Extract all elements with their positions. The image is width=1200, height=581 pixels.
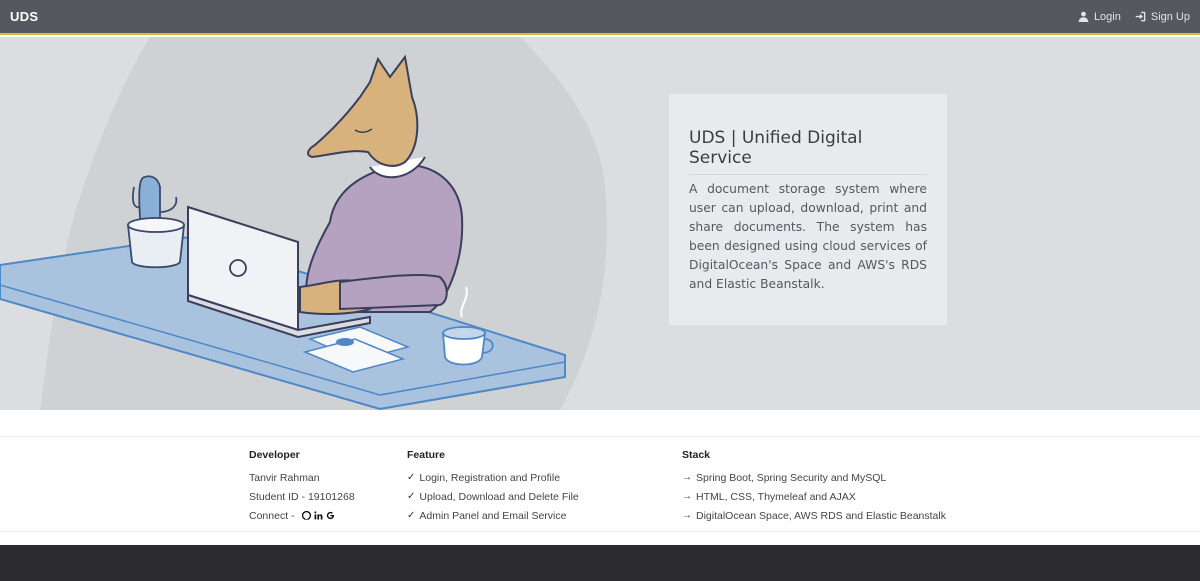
github-icon[interactable] xyxy=(301,511,311,520)
bottom-bar xyxy=(0,545,1200,581)
stack-text: Spring Boot, Spring Security and MySQL xyxy=(696,471,887,484)
feature-item: ✓ Admin Panel and Email Service xyxy=(407,506,579,525)
feature-text: Login, Registration and Profile xyxy=(419,471,561,484)
footer-info: Developer Tanvir Rahman Student ID - 191… xyxy=(0,436,1200,532)
developer-heading: Developer xyxy=(249,449,300,461)
arrow-right-icon: → xyxy=(682,510,692,521)
student-id-text: Student ID - 19101268 xyxy=(249,490,355,503)
sign-in-icon xyxy=(1135,11,1146,22)
hero-section: UDS | Unified Digital Service A document… xyxy=(0,37,1200,410)
google-icon[interactable] xyxy=(326,511,335,520)
developer-column: Developer Tanvir Rahman Student ID - 191… xyxy=(249,449,355,525)
stack-column: Stack → Spring Boot, Spring Security and … xyxy=(682,449,946,525)
feature-heading: Feature xyxy=(407,449,445,461)
stack-item: → Spring Boot, Spring Security and MySQL xyxy=(682,468,946,487)
nav-actions: Login Sign Up xyxy=(1078,11,1190,23)
stack-item: → DigitalOcean Space, AWS RDS and Elastic… xyxy=(682,506,946,525)
feature-item: ✓ Upload, Download and Delete File xyxy=(407,487,579,506)
hero-illustration xyxy=(0,37,607,410)
stack-item: → HTML, CSS, Thymeleaf and AJAX xyxy=(682,487,946,506)
developer-name-text: Tanvir Rahman xyxy=(249,471,320,484)
connect-row: Connect - xyxy=(249,506,355,525)
developer-name: Tanvir Rahman xyxy=(249,468,355,487)
feature-text: Upload, Download and Delete File xyxy=(419,490,579,503)
hero-title: UDS | Unified Digital Service xyxy=(689,128,927,175)
stack-heading: Stack xyxy=(682,449,711,461)
signup-link[interactable]: Sign Up xyxy=(1135,11,1190,23)
check-icon: ✓ xyxy=(407,491,416,502)
feature-item: ✓ Login, Registration and Profile xyxy=(407,468,579,487)
login-label: Login xyxy=(1093,10,1121,23)
hero-description: A document storage system where user can… xyxy=(689,182,927,291)
check-icon: ✓ xyxy=(407,510,416,521)
connect-label: Connect - xyxy=(249,509,295,522)
social-links xyxy=(301,511,335,520)
arrow-right-icon: → xyxy=(682,491,692,502)
arrow-right-icon: → xyxy=(682,472,692,483)
student-id: Student ID - 19101268 xyxy=(249,487,355,506)
user-icon xyxy=(1078,11,1089,22)
feature-column: Feature ✓ Login, Registration and Profile… xyxy=(407,449,579,525)
navbar: UDS Login Sign Up xyxy=(0,0,1200,35)
stack-text: DigitalOcean Space, AWS RDS and Elastic … xyxy=(696,509,946,522)
linkedin-icon[interactable] xyxy=(313,511,323,520)
stack-text: HTML, CSS, Thymeleaf and AJAX xyxy=(696,490,856,503)
signup-label: Sign Up xyxy=(1150,10,1190,23)
feature-text: Admin Panel and Email Service xyxy=(419,509,567,522)
check-icon: ✓ xyxy=(407,472,416,483)
brand-logo[interactable]: UDS xyxy=(10,9,38,24)
info-card: UDS | Unified Digital Service A document… xyxy=(669,94,947,325)
login-link[interactable]: Login xyxy=(1078,11,1121,23)
